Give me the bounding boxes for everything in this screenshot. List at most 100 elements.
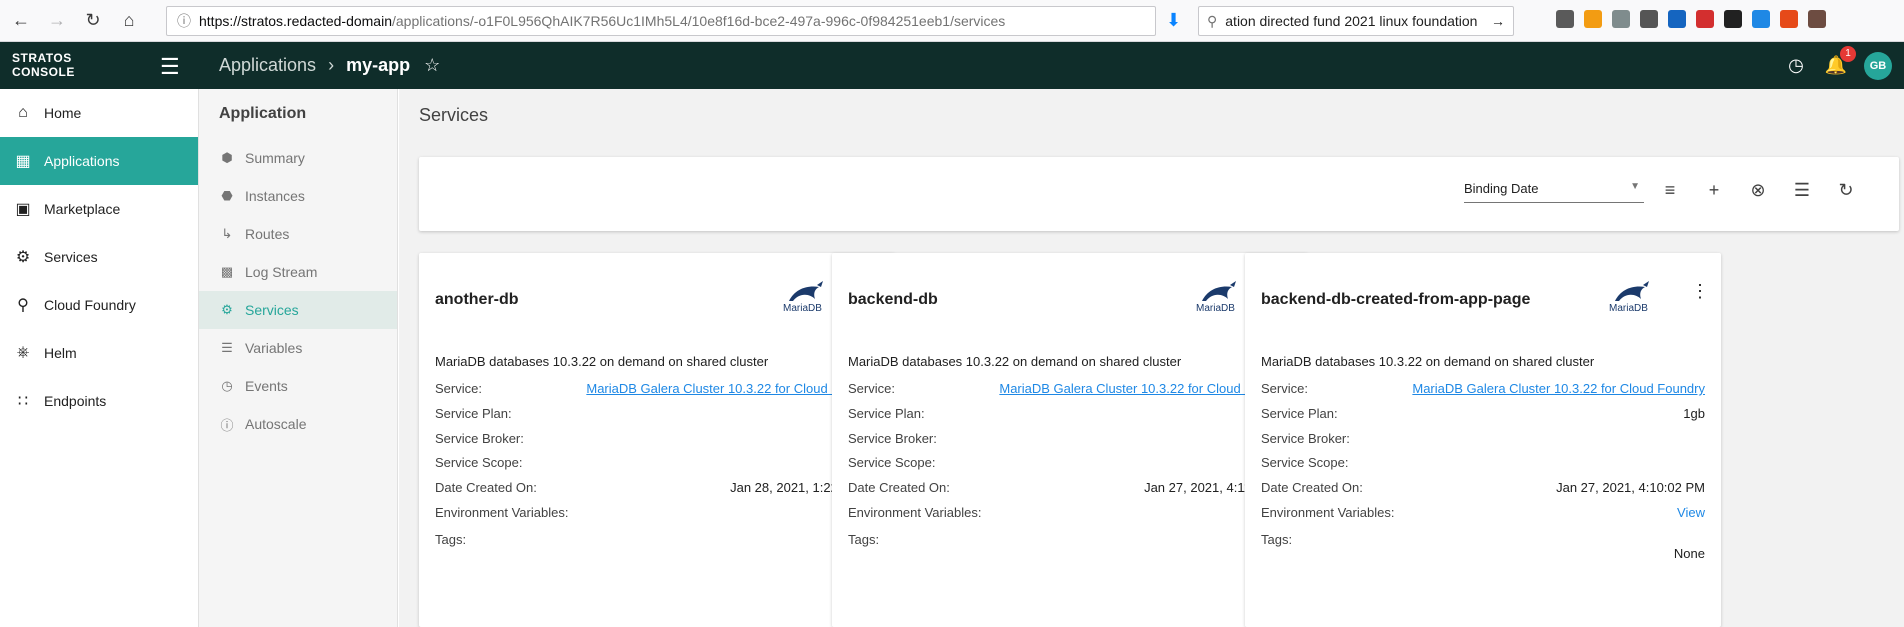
search-go-icon[interactable]: →: [1491, 13, 1505, 29]
list-toolbar: Binding Date ▼ ≡ + ⊗ ☰ ↻: [419, 157, 1899, 231]
sidebar-item-cloud-foundry[interactable]: ⚲ Cloud Foundry: [0, 281, 198, 329]
url-bar[interactable]: ⓘ https://stratos.redacted-domain/applic…: [166, 6, 1156, 36]
service-broker-row: Service Broker:: [848, 431, 1292, 446]
logo-line2: CONSOLE: [12, 65, 75, 79]
service-scope-row: Service Scope:: [1261, 455, 1705, 470]
refresh-icon[interactable]: ↻: [1835, 179, 1857, 201]
tags-label: Tags:: [1261, 532, 1293, 547]
sub-nav-item-label: Summary: [245, 150, 305, 166]
sub-nav-item-routes[interactable]: ↳ Routes: [199, 215, 397, 253]
ext-tree-icon[interactable]: [1780, 10, 1798, 28]
forward-icon[interactable]: →: [42, 6, 72, 36]
chevron-right-icon: ›: [328, 55, 335, 75]
ext-gear-icon[interactable]: [1612, 10, 1630, 28]
favorite-star-icon[interactable]: ☆: [424, 55, 440, 76]
date-created-value: Jan 27, 2021, 4:10:02 PM: [1556, 480, 1705, 495]
service-link[interactable]: MariaDB Galera Cluster 10.3.22 for Cloud…: [1412, 381, 1705, 396]
search-text: ation directed fund 2021 linux foundatio…: [1225, 13, 1478, 29]
log-stream-icon: ▩: [220, 264, 234, 279]
service-broker-row: Service Broker:: [1261, 431, 1705, 446]
sub-nav-item-log-stream[interactable]: ▩ Log Stream: [199, 253, 397, 291]
service-plan-row: Service Plan:1gb: [848, 406, 1292, 421]
service-instance-name[interactable]: backend-db-created-from-app-page: [1261, 291, 1530, 309]
sidebar-item-label: Endpoints: [44, 393, 107, 409]
history-icon[interactable]: ◷: [1784, 54, 1808, 78]
sub-nav-item-instances[interactable]: ⬣ Instances: [199, 177, 397, 215]
stratos-logo[interactable]: STRATOS CONSOLE: [12, 51, 75, 79]
sub-nav-item-variables[interactable]: ☰ Variables: [199, 329, 397, 367]
page-title: Services: [419, 105, 489, 125]
sidebar-item-endpoints[interactable]: ∷ Endpoints: [0, 377, 198, 425]
env-vars-label: Environment Variables:: [435, 505, 569, 520]
service-instance-name[interactable]: backend-db: [848, 291, 938, 309]
browser-toolbar: ← → ↻ ⌂ ⓘ https://stratos.redacted-domai…: [0, 0, 1904, 42]
sort-direction-icon[interactable]: ≡: [1659, 179, 1681, 201]
service-card[interactable]: backend-dbMariaDB⋮MariaDB databases 10.3…: [832, 253, 1308, 627]
service-instance-name[interactable]: another-db: [435, 291, 519, 309]
service-broker-label: Service Broker:: [848, 431, 937, 446]
sub-nav-item-services[interactable]: ⚙ Services: [199, 291, 397, 329]
more-vert-icon[interactable]: ⋮: [1691, 281, 1709, 302]
service-scope-row: Service Scope:: [435, 455, 879, 470]
helm-icon: ⎈: [16, 344, 30, 361]
ext-list-icon[interactable]: [1752, 10, 1770, 28]
browser-search-input[interactable]: ⚲ ation directed fund 2021 linux foundat…: [1198, 6, 1514, 36]
sidebar-item-helm[interactable]: ⎈ Helm: [0, 329, 198, 377]
hamburger-menu-icon[interactable]: ☰: [160, 54, 180, 80]
main-content: Services Binding Date ▼ ≡ + ⊗ ☰ ↻ anothe…: [399, 89, 1904, 627]
abp-icon[interactable]: [1696, 10, 1714, 28]
breadcrumb-applications[interactable]: Applications: [219, 55, 316, 76]
sort-select[interactable]: Binding Date ▼: [1464, 177, 1644, 203]
breadcrumb: Applications › my-app ☆: [219, 55, 440, 76]
service-card[interactable]: another-dbMariaDB⋮MariaDB databases 10.3…: [419, 253, 895, 627]
back-icon[interactable]: ←: [6, 6, 36, 36]
store-icon: ▣: [15, 201, 31, 218]
sidebar-item-home[interactable]: ⌂ Home: [0, 89, 198, 137]
sub-nav-item-label: Log Stream: [245, 264, 318, 280]
service-plan-label: Service Plan:: [1261, 406, 1338, 421]
service-broker-label: Service Broker:: [1261, 431, 1350, 446]
date-created-row: Date Created On: Jan 27, 2021, 4:11:22 PM: [848, 480, 1292, 495]
env-vars-row: Environment Variables:View: [848, 505, 1292, 520]
clear-icon[interactable]: ⊗: [1747, 179, 1769, 201]
service-plan-row: Service Plan:1gb: [435, 406, 879, 421]
date-created-label: Date Created On:: [1261, 480, 1363, 495]
service-description: MariaDB databases 10.3.22 on demand on s…: [848, 354, 1182, 369]
ext-user-icon[interactable]: [1808, 10, 1826, 28]
page-info-icon[interactable]: ⓘ: [177, 11, 191, 31]
sub-nav-item-autoscale[interactable]: ⓘ Autoscale: [199, 405, 397, 443]
sidebar-item-services[interactable]: ⚙ Services: [0, 233, 198, 281]
env-vars-view-link[interactable]: View: [1677, 505, 1705, 520]
sub-nav-item-label: Routes: [245, 226, 290, 242]
url-host: https://stratos.redacted-domain: [199, 13, 392, 29]
tags-label: Tags:: [848, 532, 880, 547]
sidebar-item-marketplace[interactable]: ▣ Marketplace: [0, 185, 198, 233]
sub-nav-item-events[interactable]: ◷ Events: [199, 367, 397, 405]
download-icon[interactable]: ⬇: [1166, 10, 1181, 31]
service-card[interactable]: backend-db-created-from-app-page MariaDB ⋮…: [1245, 253, 1721, 627]
extension-icons: [1556, 10, 1826, 28]
date-created-label: Date Created On:: [848, 480, 950, 495]
reader-icon[interactable]: [1640, 10, 1658, 28]
add-icon[interactable]: +: [1703, 179, 1725, 201]
avatar[interactable]: GB: [1864, 51, 1892, 80]
env-vars-row: Environment Variables:View: [435, 505, 879, 520]
sort-select-value: Binding Date: [1464, 181, 1539, 196]
sidebar-item-label: Marketplace: [44, 201, 121, 217]
reload-icon[interactable]: ↻: [78, 6, 108, 36]
library-icon[interactable]: [1556, 10, 1574, 28]
sub-nav-item-summary[interactable]: ⬢ Summary: [199, 139, 397, 177]
endpoints-icon: ∷: [17, 393, 29, 410]
ext-pin-icon[interactable]: [1724, 10, 1742, 28]
home-browser-icon[interactable]: ⌂: [114, 6, 144, 36]
ext-a-icon[interactable]: [1668, 10, 1686, 28]
sidebar-item-applications[interactable]: ▦ Applications: [0, 137, 198, 185]
notifications-bell-icon[interactable]: 🔔 1: [1824, 45, 1856, 78]
cloud-foundry-icon: ⚲: [17, 297, 29, 314]
page-title-app: my-app: [346, 55, 411, 75]
sub-nav-item-label: Autoscale: [245, 416, 307, 432]
service-scope-label: Service Scope:: [435, 455, 523, 470]
ext-direc-icon[interactable]: [1584, 10, 1602, 28]
sub-nav-item-label: Variables: [245, 340, 303, 356]
list-view-icon[interactable]: ☰: [1791, 179, 1813, 201]
